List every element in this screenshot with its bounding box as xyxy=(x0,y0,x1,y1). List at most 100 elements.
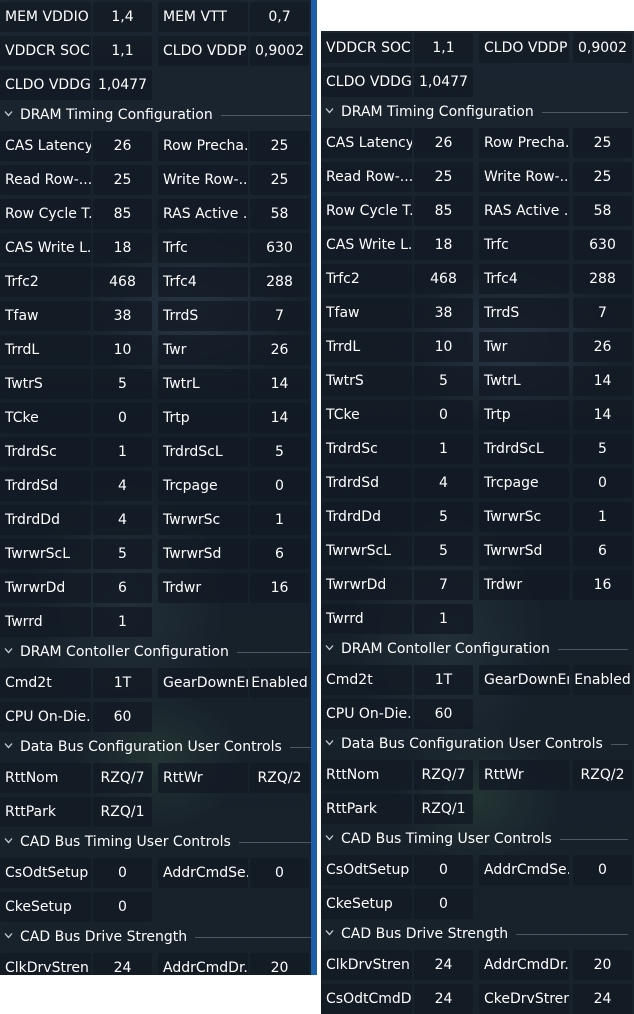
setting-value[interactable]: 85 xyxy=(414,196,473,226)
setting-value[interactable]: 0,9002 xyxy=(573,33,632,63)
setting-value[interactable]: 0 xyxy=(414,400,473,430)
setting-value[interactable]: 18 xyxy=(93,233,152,263)
setting-value[interactable]: 0 xyxy=(93,858,152,888)
setting-value[interactable]: 1 xyxy=(573,502,632,532)
setting-value[interactable]: 38 xyxy=(414,298,473,328)
section-header-dram-timing-configuration[interactable]: DRAM Timing Configuration xyxy=(321,99,634,126)
setting-value[interactable]: 14 xyxy=(250,369,309,399)
setting-value[interactable]: 6 xyxy=(250,539,309,569)
setting-value[interactable]: 60 xyxy=(93,702,152,732)
setting-value[interactable]: 0 xyxy=(414,889,473,919)
setting-value[interactable]: RZQ/1 xyxy=(93,797,152,827)
setting-value[interactable]: 6 xyxy=(573,536,632,566)
section-header-dram-contoller-configuration[interactable]: DRAM Contoller Configuration xyxy=(0,639,317,666)
setting-value[interactable]: 24 xyxy=(93,953,152,975)
setting-value[interactable]: 0 xyxy=(573,468,632,498)
section-header-cad-bus-drive-strength[interactable]: CAD Bus Drive Strength xyxy=(0,924,317,951)
setting-value[interactable]: 26 xyxy=(250,335,309,365)
setting-value[interactable]: 288 xyxy=(250,267,309,297)
setting-value[interactable]: 1,4 xyxy=(93,2,152,32)
section-header-data-bus-configuration-user-controls[interactable]: Data Bus Configuration User Controls xyxy=(0,734,317,761)
setting-value[interactable]: RZQ/2 xyxy=(250,763,309,793)
setting-value[interactable]: 6 xyxy=(93,573,152,603)
setting-value[interactable]: RZQ/1 xyxy=(414,794,473,824)
setting-value[interactable]: 5 xyxy=(414,366,473,396)
setting-value[interactable]: 0,9002 xyxy=(250,36,309,66)
setting-value[interactable]: 26 xyxy=(573,332,632,362)
setting-value[interactable]: 1T xyxy=(93,668,152,698)
setting-value[interactable]: 25 xyxy=(93,165,152,195)
setting-value[interactable]: 10 xyxy=(93,335,152,365)
section-header-dram-timing-configuration[interactable]: DRAM Timing Configuration xyxy=(0,102,317,129)
setting-value[interactable]: 20 xyxy=(573,950,632,980)
section-header-dram-contoller-configuration[interactable]: DRAM Contoller Configuration xyxy=(321,636,634,663)
setting-value[interactable]: 38 xyxy=(93,301,152,331)
setting-value[interactable]: 16 xyxy=(573,570,632,600)
setting-value[interactable]: Enabled xyxy=(250,668,309,698)
setting-value[interactable]: 85 xyxy=(93,199,152,229)
setting-value[interactable]: 1 xyxy=(93,437,152,467)
setting-value[interactable]: 0 xyxy=(93,403,152,433)
setting-value[interactable]: 4 xyxy=(93,505,152,535)
setting-value[interactable]: 25 xyxy=(414,162,473,192)
setting-value[interactable]: 14 xyxy=(573,400,632,430)
setting-value[interactable]: 1T xyxy=(414,665,473,695)
setting-value[interactable]: 630 xyxy=(250,233,309,263)
setting-value[interactable]: 468 xyxy=(93,267,152,297)
section-header-cad-bus-drive-strength[interactable]: CAD Bus Drive Strength xyxy=(321,921,634,948)
section-header-cad-bus-timing-user-controls[interactable]: CAD Bus Timing User Controls xyxy=(0,829,317,856)
setting-value[interactable]: 24 xyxy=(414,984,473,1014)
setting-value[interactable]: 18 xyxy=(414,230,473,260)
setting-value[interactable]: 58 xyxy=(573,196,632,226)
setting-value[interactable]: 5 xyxy=(414,502,473,532)
setting-value[interactable]: 1 xyxy=(414,604,473,634)
setting-value[interactable]: 16 xyxy=(250,573,309,603)
section-header-cad-bus-timing-user-controls[interactable]: CAD Bus Timing User Controls xyxy=(321,826,634,853)
setting-value[interactable]: 0 xyxy=(414,855,473,885)
setting-value[interactable]: 5 xyxy=(250,437,309,467)
section-toggle[interactable]: Data Bus Configuration User Controls xyxy=(321,731,634,758)
setting-value[interactable]: 0 xyxy=(250,471,309,501)
setting-value[interactable]: 288 xyxy=(573,264,632,294)
setting-value[interactable]: 7 xyxy=(573,298,632,328)
setting-value[interactable]: 468 xyxy=(414,264,473,294)
setting-value[interactable]: 5 xyxy=(93,369,152,399)
setting-value[interactable]: 26 xyxy=(93,131,152,161)
setting-value[interactable]: 20 xyxy=(250,953,309,975)
setting-value[interactable]: RZQ/2 xyxy=(573,760,632,790)
setting-value[interactable]: 7 xyxy=(414,570,473,600)
setting-value[interactable]: 14 xyxy=(573,366,632,396)
setting-value[interactable]: 4 xyxy=(93,471,152,501)
section-header-data-bus-configuration-user-controls[interactable]: Data Bus Configuration User Controls xyxy=(321,731,634,758)
setting-value[interactable]: 1 xyxy=(250,505,309,535)
setting-value[interactable]: 0,7 xyxy=(250,2,309,32)
setting-value[interactable]: 0 xyxy=(573,855,632,885)
setting-value[interactable]: 25 xyxy=(250,131,309,161)
setting-value[interactable]: 7 xyxy=(250,301,309,331)
setting-value[interactable]: 1,1 xyxy=(93,36,152,66)
setting-value[interactable]: 25 xyxy=(573,162,632,192)
setting-value[interactable]: RZQ/7 xyxy=(414,760,473,790)
setting-value[interactable]: 1,0477 xyxy=(414,67,473,97)
setting-value[interactable]: 1,0477 xyxy=(93,70,152,100)
setting-value[interactable]: 60 xyxy=(414,699,473,729)
setting-value[interactable]: 5 xyxy=(414,536,473,566)
setting-value[interactable]: 0 xyxy=(93,892,152,922)
setting-value[interactable]: 25 xyxy=(250,165,309,195)
setting-value[interactable]: Enabled xyxy=(573,665,632,695)
setting-value[interactable]: 5 xyxy=(93,539,152,569)
setting-value[interactable]: 0 xyxy=(250,858,309,888)
setting-value[interactable]: 25 xyxy=(573,128,632,158)
setting-value[interactable]: 1 xyxy=(414,434,473,464)
setting-value[interactable]: 14 xyxy=(250,403,309,433)
setting-value[interactable]: 1,1 xyxy=(414,33,473,63)
setting-value[interactable]: 58 xyxy=(250,199,309,229)
setting-value[interactable]: RZQ/7 xyxy=(93,763,152,793)
setting-value[interactable]: 26 xyxy=(414,128,473,158)
setting-value[interactable]: 24 xyxy=(573,984,632,1014)
setting-value[interactable]: 1 xyxy=(93,607,152,637)
setting-value[interactable]: 24 xyxy=(414,950,473,980)
setting-value[interactable]: 4 xyxy=(414,468,473,498)
section-toggle[interactable]: Data Bus Configuration User Controls xyxy=(0,734,317,761)
setting-value[interactable]: 630 xyxy=(573,230,632,260)
